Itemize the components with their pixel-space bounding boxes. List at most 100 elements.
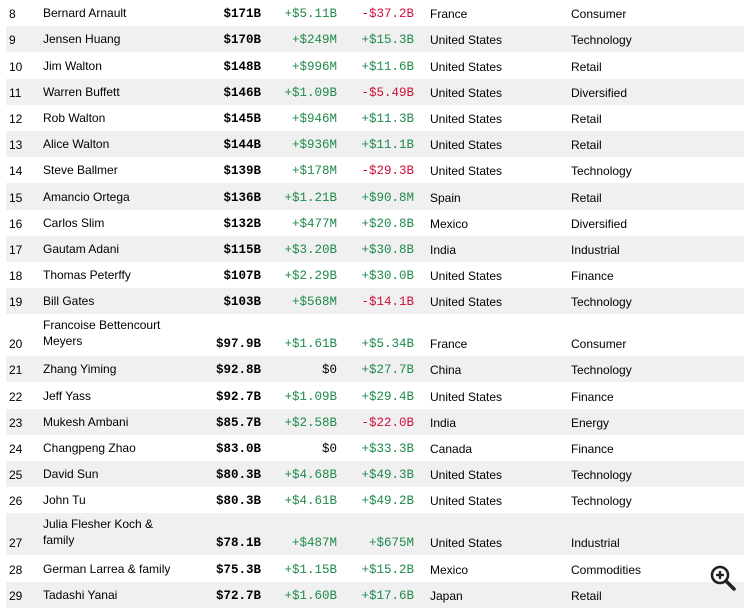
net-worth-cell: $136B (223, 190, 261, 205)
rank-cell: 8 (9, 7, 16, 22)
ytd-change-cell: -$37.2B (361, 7, 414, 22)
table-row[interactable]: 27 Julia Flesher Koch & family $78.1B +$487… (6, 513, 744, 556)
country-cell: Japan (430, 588, 463, 603)
industry-cell: Commodities (571, 562, 642, 577)
table-row[interactable]: 9 Jensen Huang $170B +$249M +$15.3B United St… (6, 26, 744, 53)
table-row[interactable]: 8 Bernard Arnault $171B +$5.11B -$37.2B Franc… (6, 0, 744, 26)
net-worth-cell: $92.7B (215, 389, 261, 404)
ytd-change-cell: +$15.3B (361, 33, 414, 48)
rank-cell: 20 (9, 337, 23, 352)
table-row[interactable]: 25 David Sun $80.3B +$4.68B +$49.3B United St… (6, 461, 744, 488)
country-cell: Mexico (430, 216, 469, 231)
net-worth-cell: $170B (223, 33, 261, 48)
country-cell: United States (430, 295, 503, 310)
ytd-change-cell: +$29.4B (361, 389, 414, 404)
rank-cell: 28 (9, 562, 23, 577)
table-row[interactable]: 26 John Tu $80.3B +$4.61B +$49.2B United Stat… (6, 487, 744, 513)
zoom-in-icon (710, 565, 736, 591)
name-cell: Alice Walton (43, 137, 110, 152)
day-change-cell: +$1.21B (284, 190, 337, 205)
rank-cell: 26 (9, 494, 23, 509)
zoom-in-button[interactable] (708, 563, 738, 593)
name-cell: Jim Walton (43, 58, 102, 73)
country-cell: United States (430, 138, 503, 153)
table-row[interactable]: 18 Thomas Peterffy $107B +$2.29B +$30.0B Unit… (6, 262, 744, 288)
ytd-change-cell: +$20.8B (361, 216, 414, 231)
name-cell: Bernard Arnault (43, 6, 127, 21)
country-cell: China (430, 363, 462, 378)
industry-cell: Consumer (571, 337, 627, 352)
table-row[interactable]: 19 Bill Gates $103B +$568M -$14.1B United Sta… (6, 288, 744, 315)
ytd-change-cell: -$29.3B (361, 164, 414, 179)
net-worth-cell: $92.8B (215, 363, 261, 378)
day-change-cell: +$946M (291, 111, 337, 126)
net-worth-cell: $75.3B (215, 562, 261, 577)
industry-cell: Industrial (571, 536, 620, 551)
country-cell: France (430, 7, 468, 22)
day-change-cell: +$3.20B (284, 242, 337, 257)
table-row[interactable]: 12 Rob Walton $145B +$946M +$11.3B United Sta… (6, 105, 744, 131)
net-worth-cell: $146B (223, 85, 261, 100)
table-row[interactable]: 13 Alice Walton $144B +$936M +$11.1B United S… (6, 130, 744, 158)
table-row[interactable]: 20 Francoise Bettencourt Meyers $97.9B +$1.… (6, 314, 744, 356)
net-worth-cell: $144B (223, 138, 261, 153)
name-cell: Tadashi Yanai (43, 587, 118, 602)
industry-cell: Diversified (571, 85, 628, 100)
table-row[interactable]: 17 Gautam Adani $115B +$3.20B +$30.8B India In… (6, 235, 744, 262)
rank-cell: 23 (9, 415, 23, 430)
rank-cell: 29 (9, 588, 23, 603)
table-row[interactable]: 14 Steve Ballmer $139B +$178M -$29.3B United … (6, 157, 744, 183)
country-cell: United States (430, 536, 503, 551)
rank-cell: 17 (9, 242, 23, 257)
day-change-cell: $0 (321, 442, 337, 456)
industry-cell: Finance (571, 389, 614, 404)
table-row[interactable]: 24 Changpeng Zhao $83.0B $0 +$33.3B Canada Fin… (6, 435, 744, 461)
ytd-change-cell: +$15.2B (361, 562, 414, 577)
country-cell: India (430, 415, 457, 430)
day-change-cell: $0 (321, 363, 337, 378)
rank-cell: 14 (9, 164, 23, 179)
country-cell: Spain (430, 190, 461, 205)
name-cell: Steve Ballmer (43, 163, 118, 178)
ytd-change-cell: +$5.34B (361, 337, 414, 352)
table-row[interactable]: 28 German Larrea & family $75.3B +$1.15B +$1… (6, 555, 744, 581)
table-row[interactable]: 16 Carlos Slim $132B +$477M +$20.8B Mexico Div… (6, 210, 744, 236)
industry-cell: Retail (571, 59, 602, 74)
ytd-change-cell: -$22.0B (361, 415, 414, 430)
table-row[interactable]: 10 Jim Walton $148B +$996M +$11.6B United Sta… (6, 52, 744, 78)
country-cell: United States (430, 494, 503, 509)
ytd-change-cell: +$30.8B (361, 242, 414, 257)
day-change-cell: +$1.60B (284, 588, 337, 603)
name-cell: Warren Buffett (43, 84, 120, 99)
name-cell: Francoise Bettencourt Meyers (43, 318, 161, 349)
net-worth-cell: $145B (223, 111, 261, 126)
table-row[interactable]: 23 Mukesh Ambani $85.7B +$2.58B -$22.0B India… (6, 408, 744, 435)
net-worth-cell: $132B (223, 216, 261, 231)
day-change-cell: +$1.09B (284, 85, 337, 100)
country-cell: United States (430, 33, 503, 48)
day-change-cell: +$1.15B (284, 562, 337, 577)
ytd-change-cell: +$49.3B (361, 468, 414, 483)
country-cell: United States (430, 111, 503, 126)
ytd-change-cell: +$33.3B (361, 442, 414, 456)
name-cell: Rob Walton (43, 110, 106, 125)
table-row[interactable]: 11 Warren Buffett $146B +$1.09B -$5.49B Unite… (6, 78, 744, 105)
industry-cell: Technology (571, 33, 632, 48)
table-row[interactable]: 21 Zhang Yiming $92.8B $0 +$27.7B China Techno… (6, 356, 744, 383)
country-cell: United States (430, 164, 503, 179)
industry-cell: Technology (571, 295, 632, 310)
table-row[interactable]: 22 Jeff Yass $92.7B +$1.09B +$29.4B United St… (6, 382, 744, 408)
day-change-cell: +$487M (291, 536, 337, 551)
industry-cell: Finance (571, 442, 614, 456)
industry-cell: Energy (571, 415, 610, 430)
ytd-change-cell: +$11.1B (361, 138, 414, 153)
net-worth-cell: $80.3B (215, 468, 261, 483)
name-cell: Bill Gates (43, 294, 95, 309)
country-cell: India (430, 242, 457, 257)
name-cell: Jeff Yass (43, 388, 92, 403)
table-row[interactable]: 15 Amancio Ortega $136B +$1.21B +$90.8M Spain… (6, 183, 744, 210)
day-change-cell: +$4.61B (284, 494, 337, 509)
rank-cell: 27 (9, 536, 23, 551)
name-cell: Carlos Slim (43, 215, 105, 230)
rank-cell: 15 (9, 190, 23, 205)
